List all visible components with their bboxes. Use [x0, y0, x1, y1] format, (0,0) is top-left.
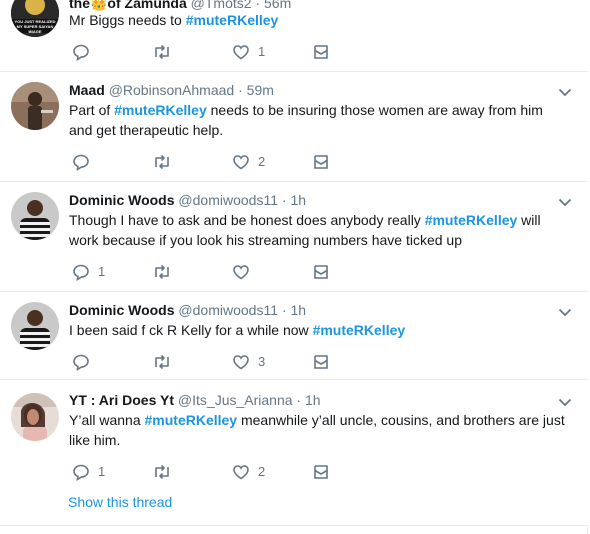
like-icon [233, 155, 249, 170]
tweet-header: Dominic Woods @domiwoods11 · 1h [69, 190, 558, 210]
tweet[interactable]: YOU JUST REALIZED MY SUPER SAIYAN IMAGE … [0, 0, 588, 72]
direct-message-icon [314, 355, 328, 369]
hashtag-link[interactable]: #muteRKelley [425, 212, 518, 228]
like-icon [233, 355, 249, 370]
tweet-text: Mr Biggs needs to #muteRKelley [69, 10, 570, 30]
timestamp[interactable]: 59m [247, 82, 274, 98]
direct-message-button[interactable] [312, 462, 330, 482]
like-button[interactable]: 1 [232, 42, 265, 62]
separator-dot: · [277, 192, 291, 208]
like-count: 1 [258, 44, 266, 59]
retweet-icon [155, 464, 169, 480]
caret-down-icon[interactable] [558, 397, 572, 407]
tweet-header: Maad @RobinsonAhmaad · 59m [69, 80, 558, 100]
reply-icon [73, 354, 89, 371]
reply-count: 1 [98, 264, 106, 279]
tweet-text: Y’all wanna #muteRKelley meanwhile y’all… [69, 410, 570, 450]
reply-button[interactable]: 1 [72, 262, 105, 282]
like-count: 3 [258, 354, 266, 369]
tweet-text-before: I been said f ck R Kelly for a while now [69, 322, 313, 338]
direct-message-button[interactable] [312, 152, 330, 172]
caret-down-icon[interactable] [558, 87, 572, 97]
handle[interactable]: @RobinsonAhmaad [109, 82, 235, 98]
like-button[interactable] [232, 262, 258, 282]
avatar-badge-text: YOU JUST REALIZED MY SUPER SAIYAN IMAGE [14, 19, 56, 34]
tweet[interactable]: Dominic Woods @domiwoods11 · 1h I been s… [0, 292, 588, 380]
direct-message-icon [314, 45, 328, 59]
retweet-icon [155, 264, 169, 280]
like-count: 2 [258, 154, 266, 169]
like-button[interactable]: 3 [232, 352, 265, 372]
caret-down-icon[interactable] [558, 197, 572, 207]
tweet-text-before: Mr Biggs needs to [69, 12, 186, 28]
handle[interactable]: @Its_Jus_Arianna [178, 392, 293, 408]
retweet-icon [155, 354, 169, 370]
handle[interactable]: @domiwoods11 [178, 302, 278, 318]
display-name[interactable]: YT : Ari Does Yt [69, 392, 174, 408]
retweet-icon [155, 154, 169, 170]
display-name[interactable]: Maad [69, 82, 105, 98]
retweet-button[interactable] [152, 42, 180, 62]
retweet-button[interactable] [152, 152, 180, 172]
reply-button[interactable] [72, 152, 98, 172]
display-name[interactable]: Dominic Woods [69, 302, 175, 318]
separator-dot: · [292, 392, 305, 408]
tweet-text-before: Y’all wanna [69, 412, 145, 428]
tweet-text-before: Part of [69, 102, 115, 118]
like-icon [233, 45, 249, 60]
tweet[interactable]: Dominic Woods @domiwoods11 · 1h Though I… [0, 182, 588, 292]
retweet-button[interactable] [152, 262, 180, 282]
direct-message-button[interactable] [312, 42, 330, 62]
hashtag-link[interactable]: #muteRKelley [145, 412, 238, 428]
show-thread-link[interactable]: Show this thread [68, 494, 172, 510]
display-name[interactable]: Dominic Woods [69, 192, 175, 208]
direct-message-icon [314, 465, 328, 479]
hashtag-link[interactable]: #muteRKelley [313, 322, 406, 338]
like-icon [233, 265, 249, 280]
direct-message-icon [314, 155, 328, 169]
avatar[interactable] [11, 192, 59, 240]
handle[interactable]: @domiwoods11 [178, 192, 278, 208]
retweet-icon [155, 44, 169, 60]
avatar[interactable]: YOU JUST REALIZED MY SUPER SAIYAN IMAGE [11, 0, 59, 37]
direct-message-icon [314, 265, 328, 279]
tweet-text: Part of #muteRKelley needs to be insurin… [69, 100, 570, 140]
tweet-header: YT : Ari Does Yt @Its_Jus_Arianna · 1h [69, 390, 558, 410]
reply-button[interactable]: 1 [72, 462, 105, 482]
reply-icon [73, 44, 89, 61]
separator-dot: · [234, 82, 247, 98]
separator-dot: · [277, 302, 291, 318]
direct-message-button[interactable] [312, 262, 330, 282]
tweet[interactable]: Maad @RobinsonAhmaad · 59m Part of #mute… [0, 72, 588, 182]
like-button[interactable]: 2 [232, 462, 265, 482]
caret-down-icon[interactable] [558, 307, 572, 317]
retweet-button[interactable] [152, 462, 180, 482]
reply-icon [73, 464, 89, 481]
avatar[interactable] [11, 302, 59, 350]
tweet[interactable]: YT : Ari Does Yt @Its_Jus_Arianna · 1h Y… [0, 380, 588, 526]
tweet-text-before: Though I have to ask and be honest does … [69, 212, 425, 228]
retweet-button[interactable] [152, 352, 180, 372]
reply-button[interactable] [72, 42, 98, 62]
direct-message-button[interactable] [312, 352, 330, 372]
tweet-text: I been said f ck R Kelly for a while now… [69, 320, 570, 340]
reply-icon [73, 264, 89, 281]
tweet-text: Though I have to ask and be honest does … [69, 210, 570, 250]
timestamp[interactable]: 1h [290, 302, 306, 318]
reply-icon [73, 154, 89, 171]
tweet-timeline: YOU JUST REALIZED MY SUPER SAIYAN IMAGE … [0, 0, 588, 534]
tweet-header: Dominic Woods @domiwoods11 · 1h [69, 300, 558, 320]
reply-button[interactable] [72, 352, 98, 372]
avatar[interactable] [11, 82, 59, 130]
like-button[interactable]: 2 [232, 152, 265, 172]
hashtag-link[interactable]: #muteRKelley [114, 102, 207, 118]
reply-count: 1 [98, 464, 106, 479]
hashtag-link[interactable]: #muteRKelley [186, 12, 279, 28]
timestamp[interactable]: 1h [290, 192, 306, 208]
like-count: 2 [258, 464, 266, 479]
like-icon [233, 465, 249, 480]
avatar[interactable] [11, 393, 59, 441]
timestamp[interactable]: 1h [305, 392, 321, 408]
